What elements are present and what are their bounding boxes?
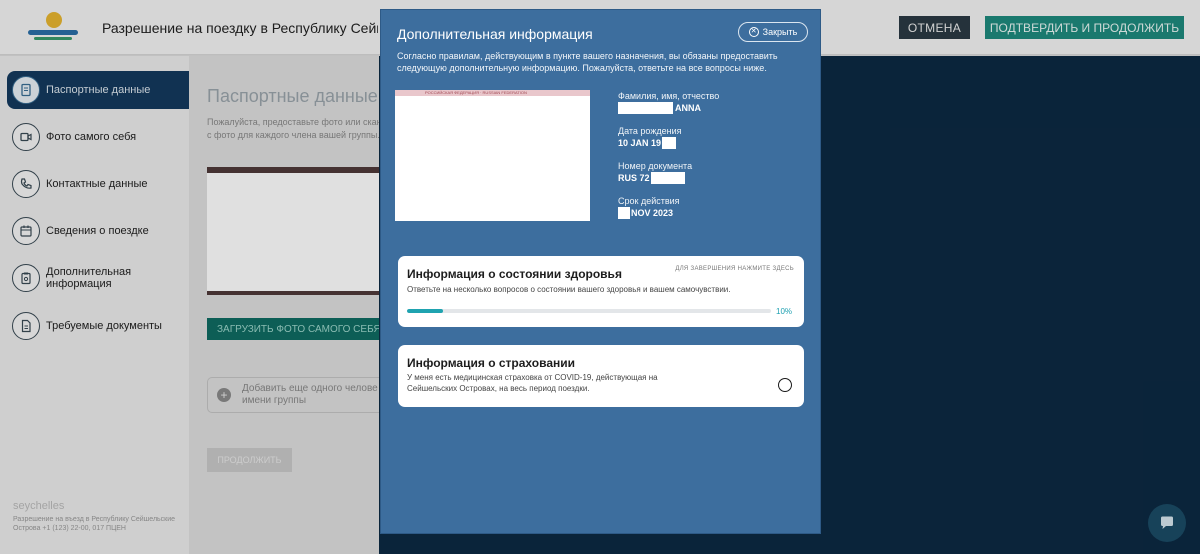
sidebar-item-additional-info[interactable]: Дополнительная информация <box>7 259 189 297</box>
modal-intro: Согласно правилам, действующим в пункте … <box>397 51 778 73</box>
field-label: Срок действия <box>618 196 680 206</box>
health-card-hint[interactable]: ДЛЯ ЗАВЕРШЕНИЯ НАЖМИТЕ ЗДЕСЬ <box>675 266 794 272</box>
chat-button[interactable] <box>1148 504 1186 542</box>
seychelles-logo[interactable] <box>24 12 82 44</box>
redaction <box>662 137 677 149</box>
phone-icon <box>12 170 40 198</box>
sidebar-item-label: Требуемые документы <box>46 320 162 332</box>
sidebar-item-label: Паспортные данные <box>46 84 151 96</box>
wave-icon <box>34 37 72 40</box>
cancel-button[interactable]: ОТМЕНА <box>899 16 970 39</box>
field-label: Дата рождения <box>618 126 682 136</box>
sidebar-footer: seychelles Разрешение на въезд в Республ… <box>13 500 188 533</box>
field-value: NOV 2023 <box>618 207 808 219</box>
field-document-number: Номер документа RUS 72 <box>618 161 808 184</box>
field-expiry: Срок действия NOV 2023 <box>618 196 808 219</box>
field-value: RUS 72 <box>618 172 808 184</box>
additional-info-modal: Дополнительная информация ✕ Закрыть Согл… <box>380 9 821 534</box>
clipboard-icon <box>12 264 40 292</box>
redaction <box>618 102 673 114</box>
health-card-description: Ответьте на несколько вопросов о состоян… <box>407 285 731 294</box>
health-progress-fill <box>407 309 444 313</box>
sidebar-item-label: Дополнительная информация <box>46 266 132 290</box>
redaction <box>618 207 630 219</box>
health-card-title: Информация о состоянии здоровья <box>407 267 622 281</box>
field-label: Номер документа <box>618 161 693 171</box>
insurance-radio[interactable] <box>778 378 792 392</box>
insurance-card-title: Информация о страховании <box>407 356 576 370</box>
close-label: Закрыть <box>762 27 798 37</box>
close-icon: ✕ <box>748 27 759 37</box>
add-member-button[interactable]: + Добавить еще одного челове имени групп… <box>207 377 379 413</box>
field-value: 10 JAN 19 <box>618 137 808 149</box>
health-progress-bar <box>407 309 771 313</box>
redaction <box>650 172 685 184</box>
camera-icon <box>12 123 40 151</box>
field-value: ANNA <box>618 102 808 114</box>
insurance-card-description: У меня есть медицинская страховка от COV… <box>407 373 658 393</box>
field-label: Фамилия, имя, отчество <box>618 91 720 101</box>
field-date-of-birth: Дата рождения 10 JAN 19 <box>618 126 808 149</box>
upload-selfie-button[interactable]: ЗАГРУЗИТЬ ФОТО САМОГО СЕБЯ <box>207 318 379 340</box>
sidebar-item-label: Сведения о поездке <box>46 225 149 237</box>
close-button[interactable]: ✕ Закрыть <box>738 22 808 42</box>
footer-brand: seychelles <box>13 500 65 512</box>
footer-text: Разрешение на въезд в Республику Сейшель… <box>13 516 176 532</box>
document-icon <box>12 76 40 104</box>
app-title: Разрешение на поездку в Республику Сейше… <box>102 20 378 36</box>
sidebar-item-label: Контактные данные <box>46 178 148 190</box>
sidebar-item-contacts[interactable]: Контактные данные <box>7 165 189 203</box>
health-progress-label: 10% <box>776 307 793 316</box>
insurance-info-card[interactable]: Информация о страховании У меня есть мед… <box>398 345 804 407</box>
page-subtitle: Пожалуйста, предоставьте фото или скан с… <box>207 117 379 140</box>
sidebar-item-passport[interactable]: Паспортные данные <box>7 71 189 109</box>
sidebar-item-selfie[interactable]: Фото самого себя <box>7 118 189 156</box>
sidebar-item-documents[interactable]: Требуемые документы <box>7 307 189 345</box>
confirm-continue-button[interactable]: ПОДТВЕРДИТЬ И ПРОДОЛЖИТЬ <box>985 16 1184 39</box>
plus-icon: + <box>217 388 231 402</box>
wave-icon <box>28 30 78 35</box>
modal-title: Дополнительная информация <box>397 26 593 42</box>
chat-icon <box>1161 516 1173 529</box>
photo-redaction <box>207 173 379 291</box>
health-info-card[interactable]: Информация о состоянии здоровья ДЛЯ ЗАВЕ… <box>398 256 804 327</box>
page-title: Паспортные данные <box>207 86 378 106</box>
field-full-name: Фамилия, имя, отчество ANNA <box>618 91 808 114</box>
calendar-icon <box>12 217 40 245</box>
passport-header-strip: РОССИЙСКАЯ ФЕДЕРАЦИЯ · RUSSIAN FEDERATIO… <box>425 90 527 95</box>
continue-button[interactable]: ПРОДОЛЖИТЬ <box>207 448 292 472</box>
sidebar: Паспортные данные Фото самого себя Конта… <box>0 56 189 554</box>
file-icon <box>12 312 40 340</box>
passport-scan: РОССИЙСКАЯ ФЕДЕРАЦИЯ · RUSSIAN FEDERATIO… <box>395 90 590 221</box>
add-member-label: Добавить еще одного челове имени группы <box>242 383 378 406</box>
sidebar-item-trip[interactable]: Сведения о поездке <box>7 212 189 250</box>
sun-icon <box>46 12 62 28</box>
sidebar-item-label: Фото самого себя <box>46 131 137 143</box>
